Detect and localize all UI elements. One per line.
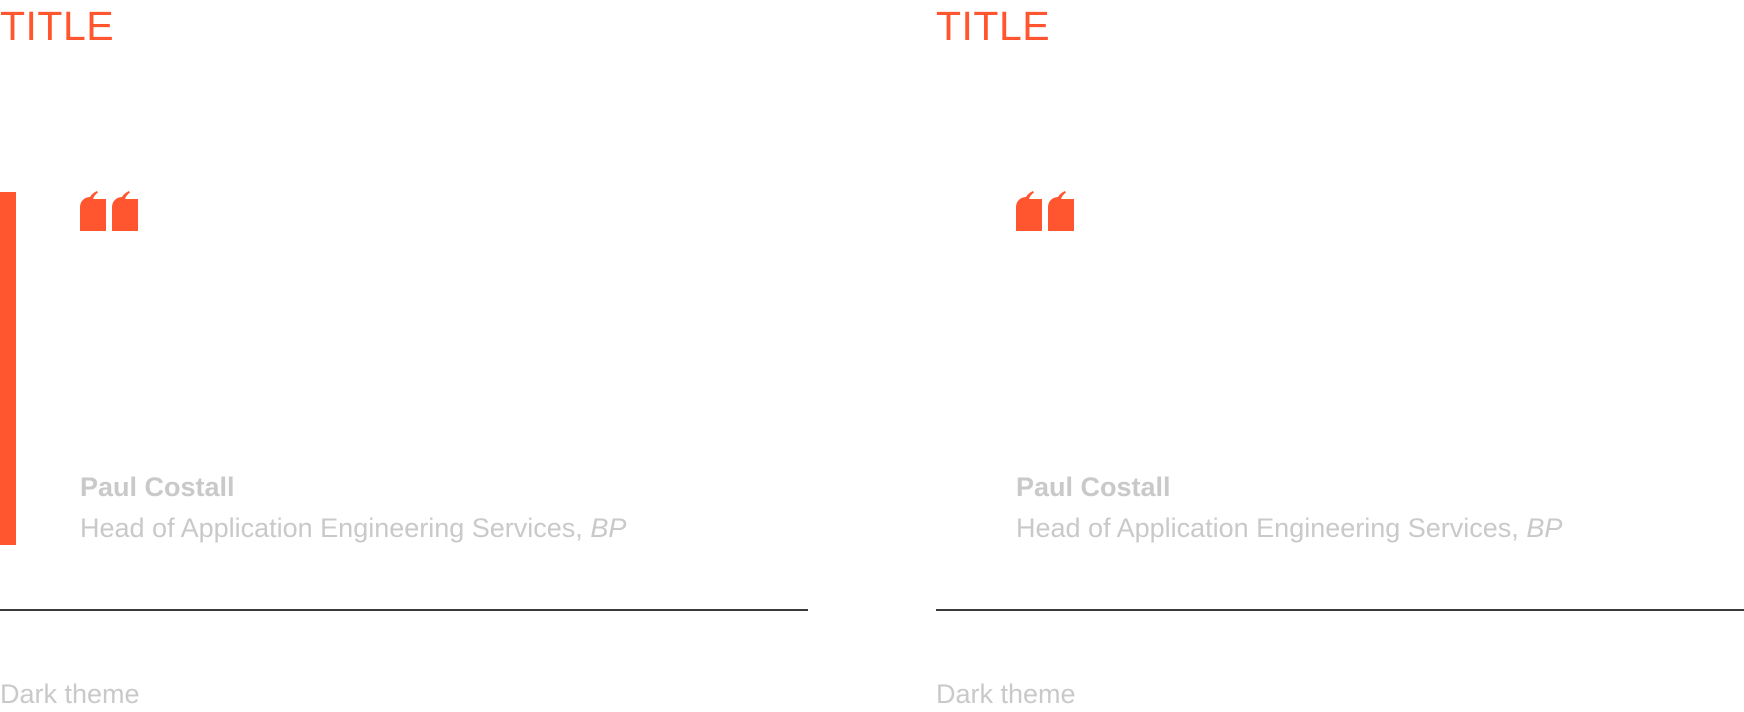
author-name: Paul Costall: [1016, 472, 1171, 502]
author-role-text: Head of Application Engineering Services…: [80, 513, 591, 543]
divider: [936, 609, 1744, 611]
theme-caption: Dark theme: [936, 679, 1076, 709]
testimonial-panel-right: TITLE Paul Costall Head of Application E…: [936, 0, 1744, 712]
theme-caption: Dark theme: [0, 679, 140, 709]
accent-bar: [0, 192, 16, 545]
author-company: BP: [1526, 513, 1563, 543]
testimonial-panel-left: TITLE Paul Costall Head of Application E…: [0, 0, 808, 712]
quote-open-icon: [80, 191, 138, 231]
divider: [0, 609, 808, 611]
quote-open-icon: [1016, 191, 1074, 231]
author-company: BP: [590, 513, 627, 543]
author-name: Paul Costall: [80, 472, 235, 502]
author-role-text: Head of Application Engineering Services…: [1016, 513, 1527, 543]
author-role: Head of Application Engineering Services…: [1016, 511, 1562, 545]
author-role: Head of Application Engineering Services…: [80, 511, 626, 545]
panel-title: TITLE: [936, 3, 1051, 49]
panel-title: TITLE: [0, 3, 115, 49]
